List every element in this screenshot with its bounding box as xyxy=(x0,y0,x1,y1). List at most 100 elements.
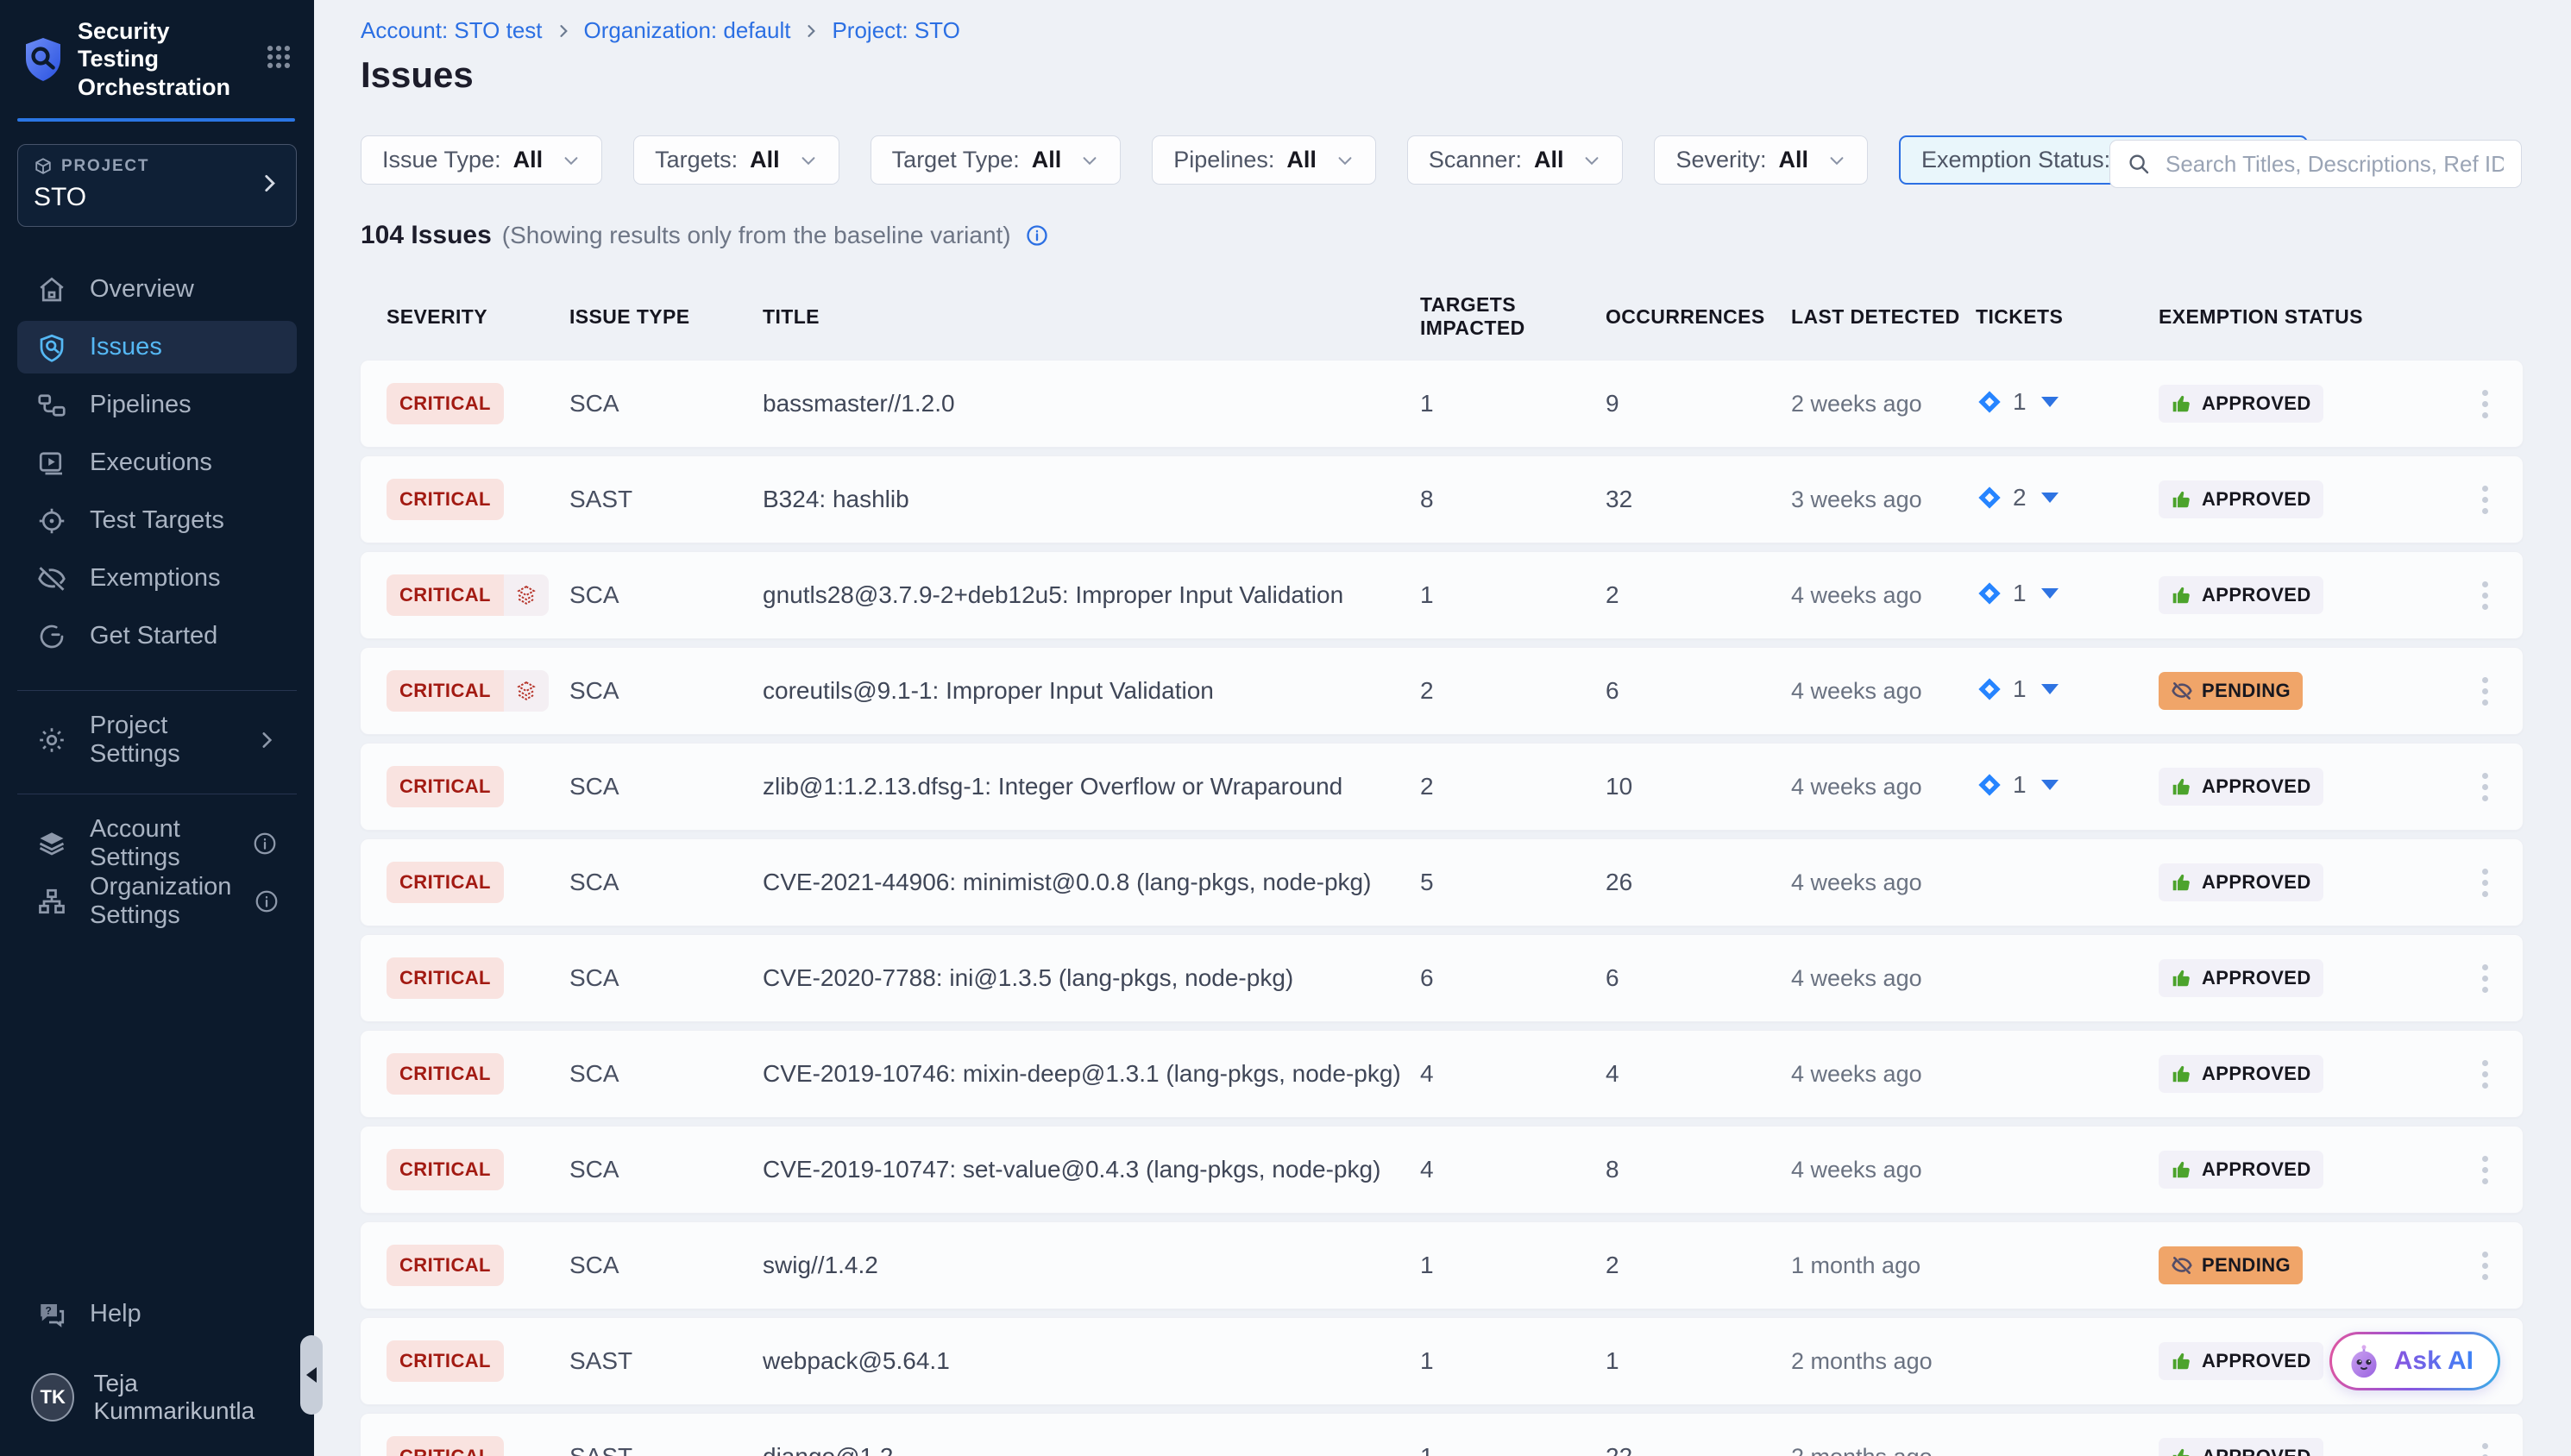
exemption-status-cell: APPROVED xyxy=(2159,768,2443,806)
help-chat-icon: ? xyxy=(36,1299,67,1330)
info-icon[interactable] xyxy=(252,831,278,857)
issue-row[interactable]: CRITICAL SCA zlib@1:1.2.13.dfsg-1: Integ… xyxy=(361,744,2523,830)
issue-row[interactable]: CRITICAL SCA swig//1.4.2 1 2 1 month ago… xyxy=(361,1222,2523,1309)
issue-row[interactable]: CRITICAL SCA CVE-2021-44906: minimist@0.… xyxy=(361,839,2523,926)
ticket-group[interactable]: 1 xyxy=(1976,675,2059,703)
last-detected-cell: 4 weeks ago xyxy=(1791,1157,1976,1183)
ticket-group[interactable]: 1 xyxy=(1976,771,2059,799)
severity-cell: CRITICAL xyxy=(387,383,569,424)
project-selector[interactable]: PROJECT STO xyxy=(17,144,297,227)
sidebar-item-project-settings[interactable]: Project Settings xyxy=(17,713,297,766)
help-label: Help xyxy=(90,1300,141,1328)
severity-cell: CRITICAL xyxy=(387,1053,569,1095)
app-logo-shield-icon xyxy=(22,36,64,83)
ticket-group[interactable]: 2 xyxy=(1976,484,2059,511)
filter-issue-type[interactable]: Issue Type:All xyxy=(361,135,602,185)
issue-row[interactable]: CRITICAL SCA gnutls28@3.7.9-2+deb12u5: I… xyxy=(361,552,2523,638)
severity-badge: CRITICAL xyxy=(387,479,504,520)
filter-target-type[interactable]: Target Type:All xyxy=(871,135,1122,185)
exemption-status-cell: APPROVED xyxy=(2159,385,2443,423)
tickets-cell: 1 xyxy=(1976,771,2159,803)
issue-row[interactable]: CRITICAL SCA CVE-2019-10747: set-value@0… xyxy=(361,1127,2523,1213)
filter-pipelines[interactable]: Pipelines:All xyxy=(1152,135,1376,185)
sidebar-item-overview[interactable]: Overview xyxy=(17,263,297,316)
sidebar-item-account-settings[interactable]: Account Settings xyxy=(17,817,297,869)
exemption-status-cell: APPROVED xyxy=(2159,1151,2443,1189)
issue-row[interactable]: CRITICAL SAST webpack@5.64.1 1 1 2 month… xyxy=(361,1318,2523,1404)
filter-label: Scanner: xyxy=(1429,147,1522,173)
filter-value: All xyxy=(513,147,544,173)
occurrences-cell: 22 xyxy=(1606,1443,1791,1456)
issue-type-cell: SCA xyxy=(569,1156,763,1183)
ticket-group[interactable]: 1 xyxy=(1976,388,2059,416)
issue-row[interactable]: CRITICAL SCA coreutils@9.1-1: Improper I… xyxy=(361,648,2523,734)
help-button[interactable]: ? Help xyxy=(17,1288,297,1340)
issue-row[interactable]: CRITICAL SCA CVE-2020-7788: ini@1.3.5 (l… xyxy=(361,935,2523,1021)
severity-badge-label: CRITICAL xyxy=(387,1149,504,1190)
breadcrumb-account[interactable]: Account: STO test xyxy=(361,17,543,44)
severity-badge: CRITICAL xyxy=(387,670,549,712)
status-label: PENDING xyxy=(2202,1254,2291,1277)
exemption-status-badge: APPROVED xyxy=(2159,1342,2323,1380)
targets-impacted-cell: 1 xyxy=(1420,1347,1606,1375)
sidebar-collapse-handle[interactable] xyxy=(300,1335,323,1415)
app-title: Security Testing Orchestration xyxy=(78,17,250,101)
filter-severity[interactable]: Severity:All xyxy=(1654,135,1868,185)
severity-badge-label: CRITICAL xyxy=(387,1053,504,1095)
row-menu-kebab-icon[interactable] xyxy=(2474,1246,2497,1285)
filter-scanner[interactable]: Scanner:All xyxy=(1407,135,1624,185)
sidebar-item-exemptions[interactable]: Exemptions xyxy=(17,552,297,605)
sidebar-item-get-started[interactable]: Get Started xyxy=(17,610,297,662)
home-icon xyxy=(36,274,67,305)
breadcrumb-organization[interactable]: Organization: default xyxy=(584,17,791,44)
executions-icon xyxy=(36,448,67,479)
sidebar-item-label: Issues xyxy=(90,333,162,361)
info-icon[interactable] xyxy=(1025,223,1049,248)
sidebar-item-organization-settings[interactable]: Organization Settings xyxy=(17,875,297,927)
filter-targets[interactable]: Targets:All xyxy=(633,135,839,185)
sidebar-item-issues[interactable]: Issues xyxy=(17,321,297,373)
occurrences-cell: 6 xyxy=(1606,677,1791,705)
row-menu-kebab-icon[interactable] xyxy=(2474,1055,2497,1094)
filter-label: Target Type: xyxy=(892,147,1020,173)
row-menu-kebab-icon[interactable] xyxy=(2474,385,2497,424)
row-menu-kebab-icon[interactable] xyxy=(2474,863,2497,902)
sidebar-item-executions[interactable]: Executions xyxy=(17,436,297,489)
severity-cell: CRITICAL xyxy=(387,574,569,616)
ticket-group[interactable]: 1 xyxy=(1976,580,2059,607)
row-menu-kebab-icon[interactable] xyxy=(2474,672,2497,711)
ask-ai-label: Ask AI xyxy=(2394,1346,2474,1376)
account-settings-icon xyxy=(36,828,67,859)
issue-row[interactable]: CRITICAL SCA CVE-2019-10746: mixin-deep@… xyxy=(361,1031,2523,1117)
ask-ai-button[interactable]: Ask AI xyxy=(2329,1332,2500,1390)
tickets-cell: 2 xyxy=(1976,484,2159,516)
last-detected-cell: 4 weeks ago xyxy=(1791,965,1976,992)
exemption-status-badge: APPROVED xyxy=(2159,1438,2323,1456)
issue-row[interactable]: CRITICAL SAST django@1.2 1 22 2 months a… xyxy=(361,1414,2523,1456)
chevron-down-icon xyxy=(1336,151,1355,170)
search-input[interactable] xyxy=(2164,150,2505,179)
row-menu-kebab-icon[interactable] xyxy=(2474,480,2497,519)
project-label: PROJECT xyxy=(61,157,149,176)
user-menu[interactable]: TK Teja Kummarikuntla xyxy=(17,1370,297,1425)
layers-icon xyxy=(514,679,538,703)
row-menu-kebab-icon[interactable] xyxy=(2474,768,2497,806)
issue-row[interactable]: CRITICAL SAST B324: hashlib 8 32 3 weeks… xyxy=(361,456,2523,543)
row-menu-kebab-icon[interactable] xyxy=(2474,576,2497,615)
row-menu-kebab-icon[interactable] xyxy=(2474,1438,2497,1456)
sidebar-item-pipelines[interactable]: Pipelines xyxy=(17,379,297,431)
issue-row[interactable]: CRITICAL SCA bassmaster//1.2.0 1 9 2 wee… xyxy=(361,361,2523,447)
target-icon xyxy=(36,505,67,537)
occurrences-cell: 26 xyxy=(1606,869,1791,896)
info-icon[interactable] xyxy=(254,888,280,914)
svg-text:?: ? xyxy=(46,1304,52,1316)
breadcrumb-project[interactable]: Project: STO xyxy=(832,17,959,44)
severity-badge: CRITICAL xyxy=(387,766,504,807)
row-menu-kebab-icon[interactable] xyxy=(2474,1151,2497,1189)
sidebar-item-test-targets[interactable]: Test Targets xyxy=(17,494,297,547)
status-label: APPROVED xyxy=(2202,1063,2311,1085)
row-menu-kebab-icon[interactable] xyxy=(2474,959,2497,998)
module-grid-icon[interactable] xyxy=(264,42,293,76)
targets-impacted-cell: 1 xyxy=(1420,581,1606,609)
severity-badge-label: CRITICAL xyxy=(387,479,504,520)
